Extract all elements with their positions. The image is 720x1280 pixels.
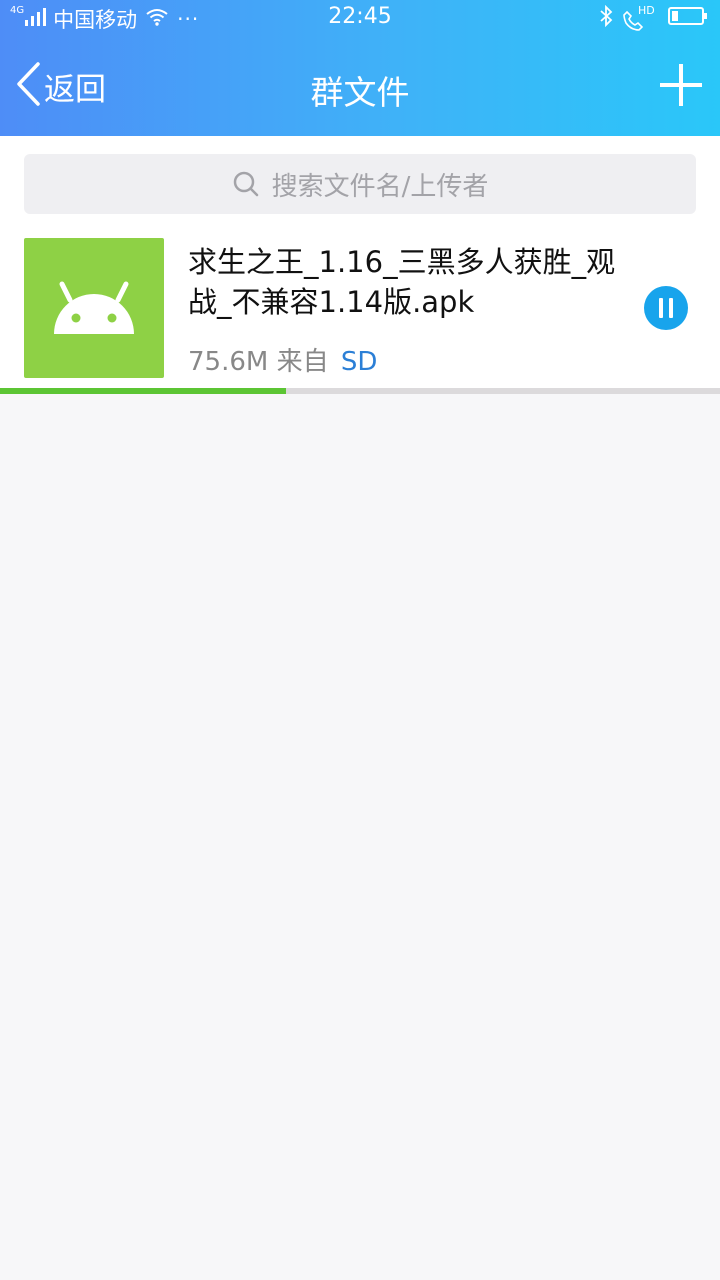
file-name: 求生之王_1.16_三黑多人获胜_观战_不兼容1.14版.apk <box>188 245 616 319</box>
download-progress-bar <box>0 388 720 394</box>
bluetooth-icon <box>598 4 614 33</box>
apk-file-thumbnail <box>24 238 164 378</box>
navbar: 返回 群文件 <box>0 38 720 136</box>
plus-icon <box>660 64 702 106</box>
page-title: 群文件 <box>310 73 410 112</box>
search-placeholder: 搜索文件名/上传者 <box>271 171 489 202</box>
add-file-button[interactable] <box>658 62 704 108</box>
status-right: HD <box>598 4 708 33</box>
status-bar: 4G 中国移动 ··· 22:45 HD <box>0 0 720 38</box>
search-input[interactable]: 搜索文件名/上传者 <box>24 154 696 214</box>
hd-call-icon: HD <box>622 4 658 32</box>
search-icon <box>233 171 258 197</box>
android-icon <box>54 281 134 334</box>
file-size: 75.6M <box>188 347 269 377</box>
file-list-item[interactable]: 求生之王_1.16_三黑多人获胜_观战_不兼容1.14版.apk 75.6M 来… <box>0 230 720 388</box>
download-progress-fill <box>0 388 286 394</box>
from-label: 来自 <box>276 347 329 377</box>
uploader-link[interactable]: SD <box>341 347 378 377</box>
pause-download-button[interactable] <box>644 286 688 330</box>
file-meta: 75.6M 来自 SD <box>188 341 377 378</box>
battery-icon <box>668 6 708 32</box>
header: 4G 中国移动 ··· 22:45 HD 返回 群文件 <box>0 0 720 136</box>
hd-badge: HD <box>638 4 655 17</box>
search-area: 搜索文件名/上传者 <box>0 136 720 230</box>
